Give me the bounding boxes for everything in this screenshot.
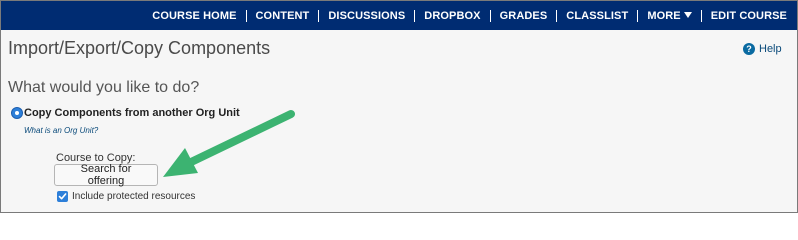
help-link[interactable]: ? Help [743,43,782,55]
nav-classlist[interactable]: CLASSLIST [557,9,639,22]
navbar-items: COURSE HOME CONTENT DISCUSSIONS DROPBOX … [143,1,787,30]
nav-content[interactable]: CONTENT [247,9,320,22]
copy-components-label[interactable]: Copy Components from another Org Unit [24,107,240,119]
nav-more-label: MORE [647,9,681,22]
section-heading: What would you like to do? [8,79,200,96]
nav-grades[interactable]: GRADES [491,9,558,22]
copy-option-row: Copy Components from another Org Unit [11,107,240,119]
protected-resources-row: Include protected resources [57,191,195,202]
nav-edit-course[interactable]: EDIT COURSE [702,10,787,22]
page-title: Import/Export/Copy Components [8,38,271,58]
top-navbar: COURSE HOME CONTENT DISCUSSIONS DROPBOX … [1,1,797,30]
help-icon: ? [743,43,755,55]
nav-dropbox[interactable]: DROPBOX [415,9,491,22]
lms-window: COURSE HOME CONTENT DISCUSSIONS DROPBOX … [0,0,798,213]
nav-more[interactable]: MORE [638,9,702,22]
nav-course-home[interactable]: COURSE HOME [143,9,247,22]
include-protected-label[interactable]: Include protected resources [72,191,195,202]
help-label: Help [759,43,782,55]
search-for-offering-button[interactable]: Search for offering [54,163,158,187]
caret-down-icon [683,11,692,18]
include-protected-checkbox[interactable] [57,191,68,202]
nav-discussions[interactable]: DISCUSSIONS [319,9,416,22]
checkmark-icon [58,193,67,200]
radio-selected-dot [15,111,19,115]
what-is-org-unit-link[interactable]: What is an Org Unit? [24,126,98,135]
copy-components-radio[interactable] [11,107,23,119]
